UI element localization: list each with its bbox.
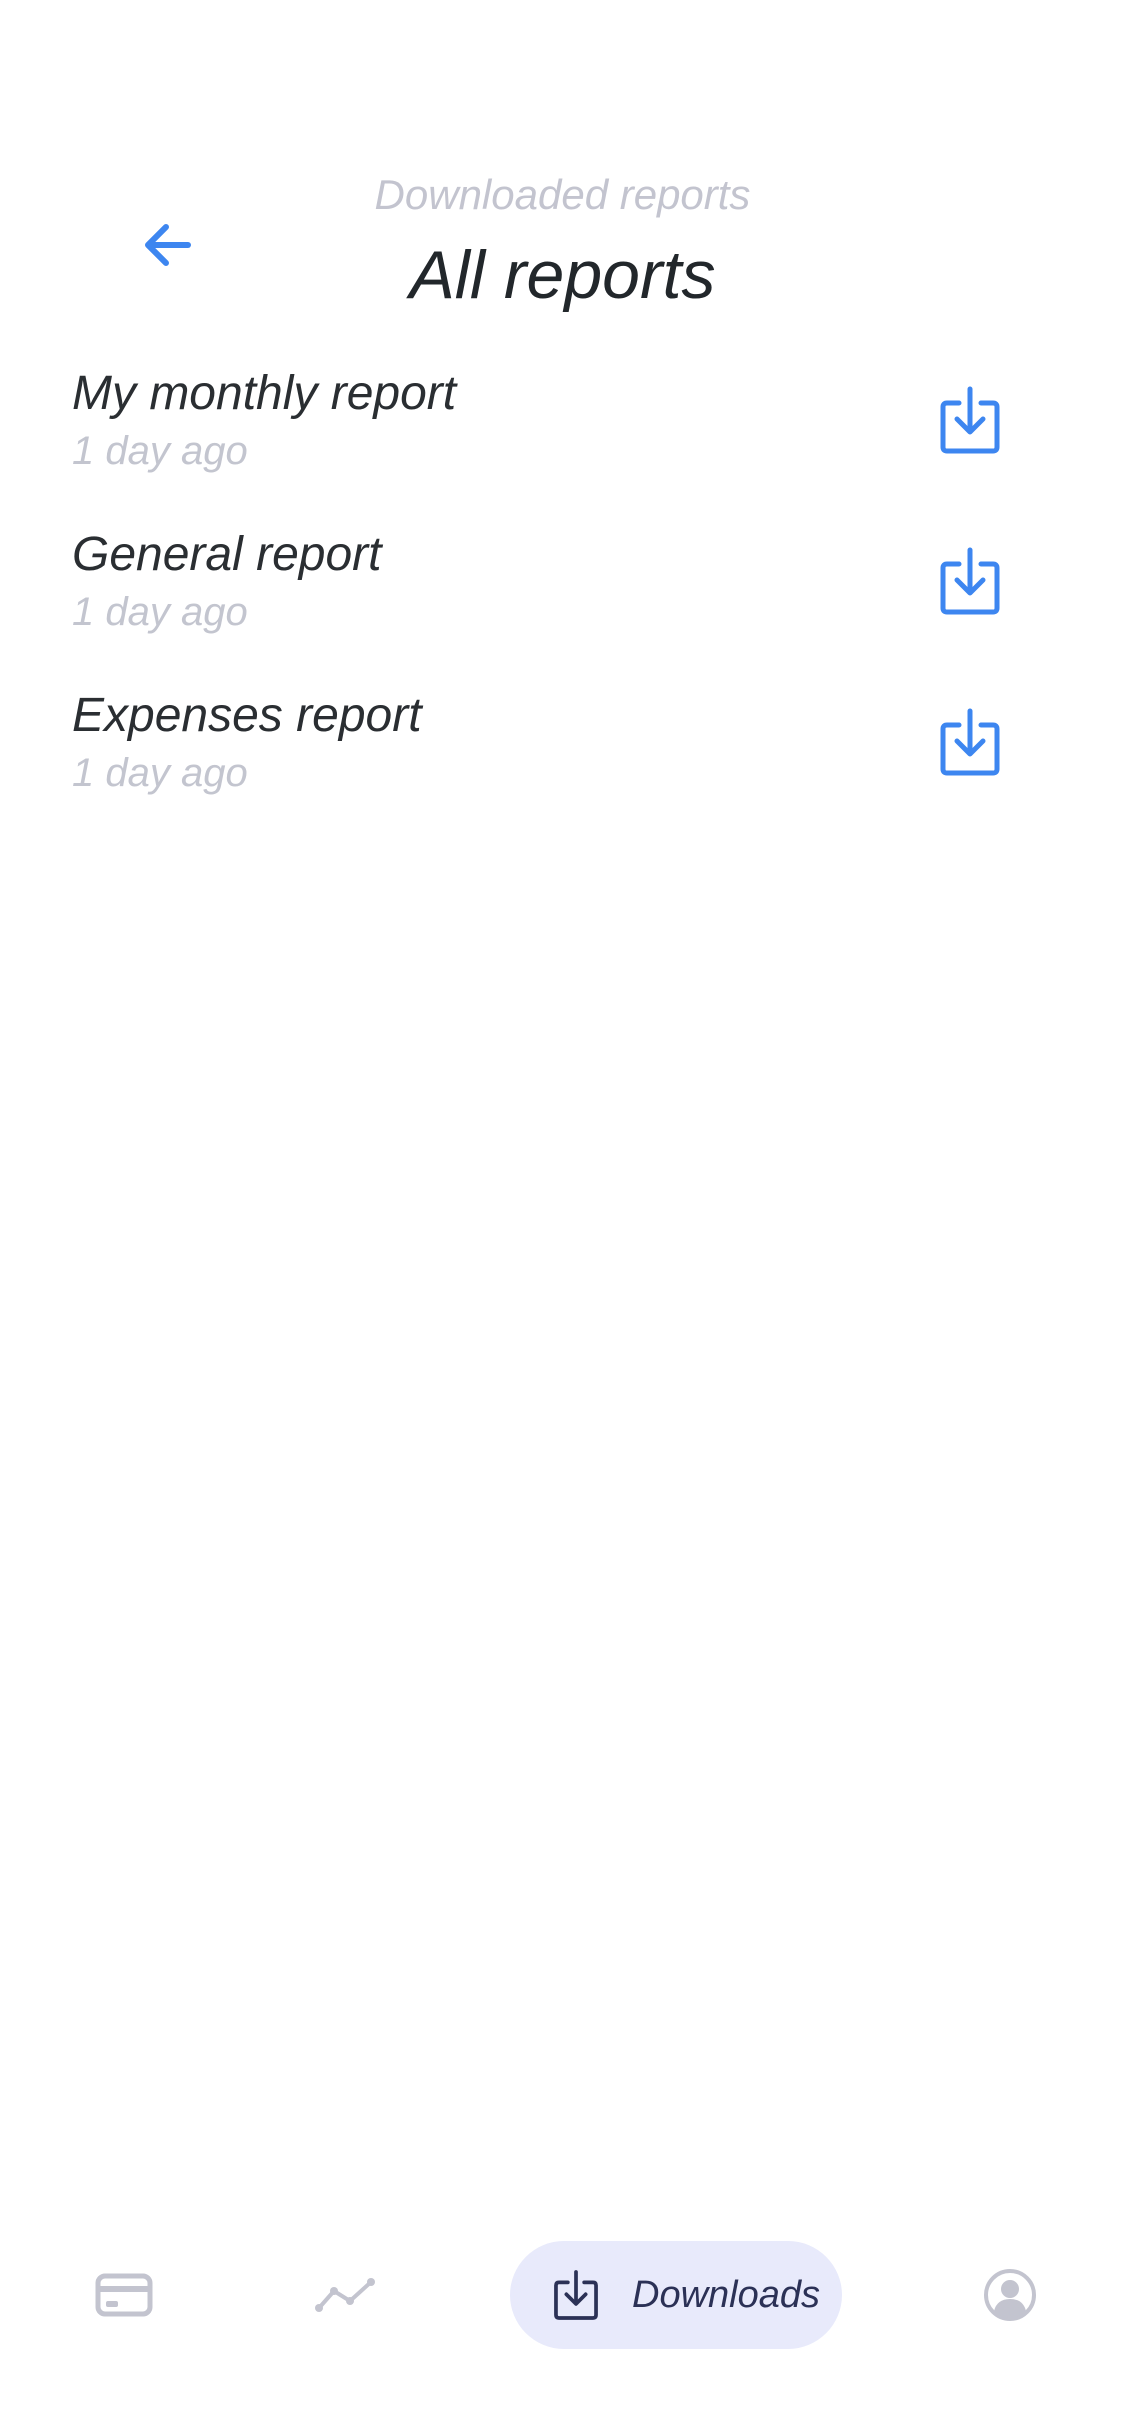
nav-item-cards[interactable] bbox=[74, 2225, 174, 2365]
download-button[interactable] bbox=[930, 380, 1010, 460]
nav-item-downloads[interactable]: Downloads bbox=[510, 2241, 842, 2349]
report-name: My monthly report bbox=[72, 367, 457, 420]
download-icon bbox=[940, 547, 1000, 615]
page-subtitle: Downloaded reports bbox=[374, 171, 751, 218]
report-time: 1 day ago bbox=[72, 590, 248, 634]
card-icon bbox=[95, 2273, 153, 2317]
report-item[interactable]: Expenses report 1 day ago bbox=[0, 677, 1125, 838]
profile-icon bbox=[984, 2269, 1036, 2321]
report-item[interactable]: My monthly report 1 day ago bbox=[0, 355, 1125, 516]
page-title: All reports bbox=[409, 237, 716, 313]
report-name: General report bbox=[72, 528, 382, 581]
report-time: 1 day ago bbox=[72, 429, 248, 473]
download-icon bbox=[940, 386, 1000, 454]
download-icon bbox=[940, 708, 1000, 776]
header: Downloaded reports All reports bbox=[0, 0, 1125, 320]
nav-item-profile[interactable] bbox=[960, 2225, 1060, 2365]
bottom-nav: Downloads bbox=[0, 2225, 1125, 2365]
nav-item-analytics[interactable] bbox=[295, 2225, 395, 2365]
download-button[interactable] bbox=[930, 702, 1010, 782]
report-time: 1 day ago bbox=[72, 751, 248, 795]
download-icon bbox=[550, 2267, 602, 2323]
report-name: Expenses report bbox=[72, 689, 422, 742]
app-screen: Downloaded reports All reports My monthl… bbox=[0, 0, 1125, 2436]
analytics-icon bbox=[315, 2278, 375, 2312]
download-button[interactable] bbox=[930, 541, 1010, 621]
nav-label-downloads: Downloads bbox=[632, 2274, 820, 2316]
report-list: My monthly report 1 day ago General repo… bbox=[0, 355, 1125, 838]
report-item[interactable]: General report 1 day ago bbox=[0, 516, 1125, 677]
